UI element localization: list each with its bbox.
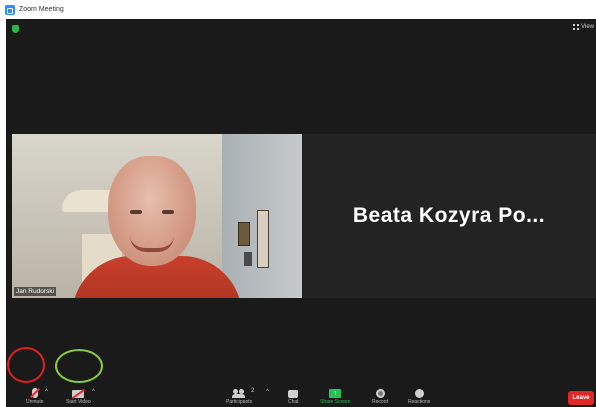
chat-label: Chat [288, 399, 299, 405]
reactions-label: Reactions [408, 399, 431, 405]
video-tile-beata[interactable]: Beata Kozyra Po... [302, 134, 596, 298]
wall-picture [257, 210, 269, 268]
zoom-app-icon [5, 4, 15, 15]
shield-icon[interactable] [12, 25, 19, 33]
participant-face [108, 156, 196, 266]
participant-name-tag: Jan Rudorski [14, 287, 56, 296]
annotation-circle-green [55, 349, 103, 383]
camera-off-icon [72, 390, 85, 398]
participants-label: Participants [226, 399, 253, 405]
title-bar: Zoom Meeting [0, 0, 596, 19]
leave-button[interactable]: Leave [568, 391, 594, 405]
start-video-label: Start Video [66, 399, 91, 405]
video-options-caret[interactable]: ^ [92, 389, 95, 395]
wall-picture [238, 222, 250, 246]
wall-picture [244, 252, 252, 266]
window-title: Zoom Meeting [19, 6, 64, 13]
grid-icon [573, 24, 580, 30]
mic-off-icon [31, 388, 38, 398]
audio-options-caret[interactable]: ^ [45, 389, 48, 395]
view-label: View [581, 24, 594, 30]
chat-button[interactable]: Chat [288, 390, 299, 405]
share-screen-button[interactable]: ↑ Share Screen [320, 389, 351, 405]
participant-name-large: Beata Kozyra Po... [352, 204, 546, 227]
smiley-icon [414, 389, 424, 398]
participants-button[interactable]: Participants [226, 389, 252, 405]
participants-options-caret[interactable]: ^ [266, 389, 269, 395]
people-icon [232, 389, 246, 398]
share-screen-label: Share Screen [320, 399, 351, 405]
meeting-toolbar: Unmute ^ Start Video ^ Participants 2 ^ … [6, 379, 596, 407]
video-tile-jan[interactable]: Jan Rudorski [12, 134, 302, 298]
view-button[interactable]: View [573, 24, 594, 30]
eye [130, 210, 142, 214]
annotation-circle-red [7, 347, 45, 383]
participants-count: 2 [251, 388, 255, 394]
unmute-label: Unmute [26, 399, 44, 405]
smile [130, 236, 174, 252]
share-arrow-icon: ↑ [329, 389, 342, 398]
start-video-button[interactable]: Start Video [66, 390, 91, 405]
eye [162, 210, 174, 214]
chat-icon [288, 390, 299, 398]
unmute-button[interactable]: Unmute [26, 388, 44, 405]
record-label: Record [372, 399, 389, 405]
meeting-stage: View Jan Rudorski Beata Kozyra Po... Unm… [6, 19, 596, 407]
reactions-button[interactable]: Reactions [408, 389, 430, 405]
record-button[interactable]: Record [372, 389, 388, 405]
record-icon [375, 389, 385, 398]
